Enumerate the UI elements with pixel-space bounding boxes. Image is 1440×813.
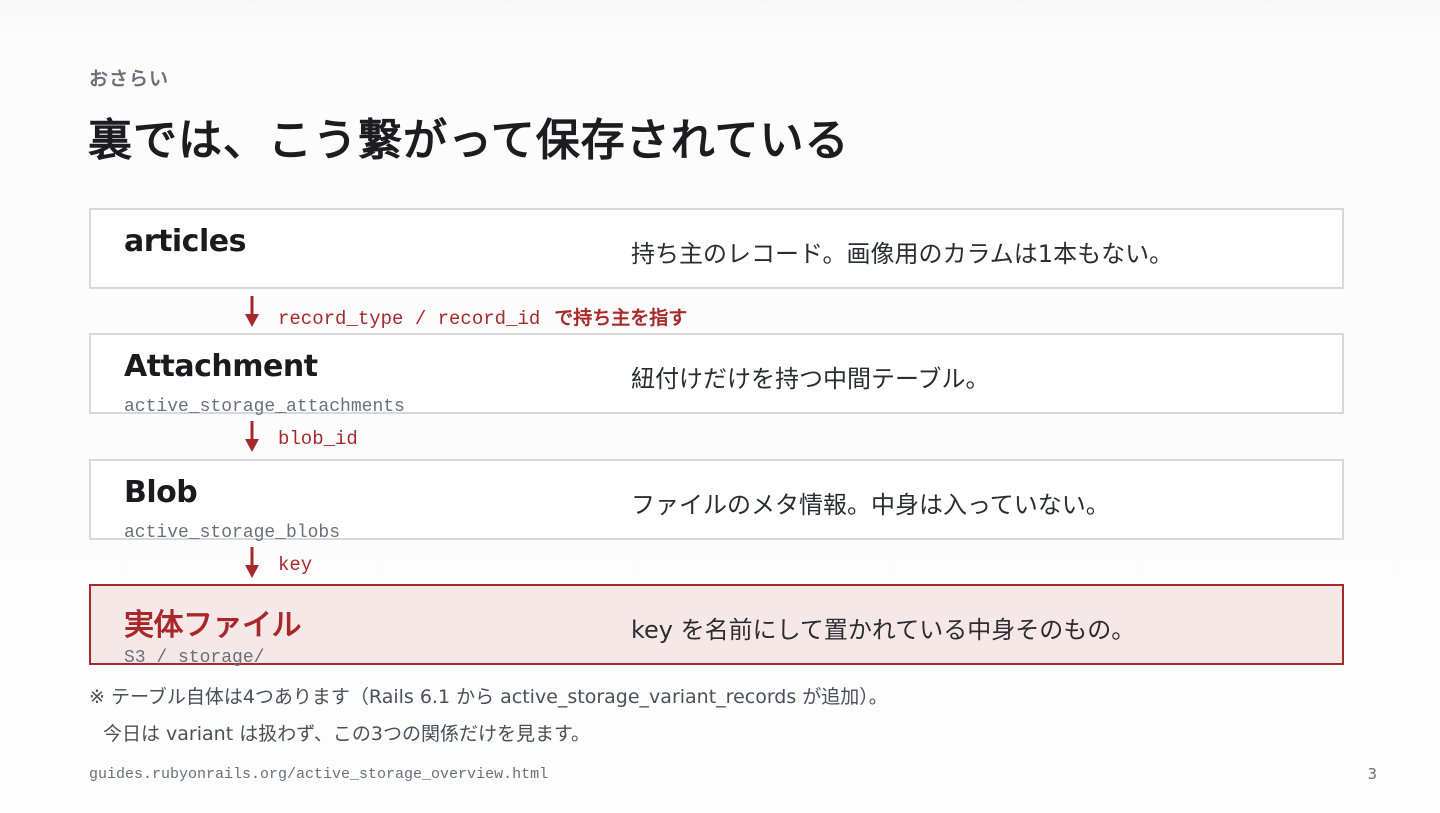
connector-attachment-blob: blob_id (243, 421, 1143, 455)
box-attachment-table: active_storage_attachments (124, 397, 405, 417)
box-articles-description: 持ち主のレコード。画像用のカラムは1本もない。 (631, 240, 1174, 268)
box-articles-name: articles (124, 224, 246, 259)
note-line-2: 今日は variant は扱わず、この3つの関係だけを見ます。 (103, 723, 591, 745)
box-blob-description: ファイルのメタ情報。中身は入っていない。 (631, 491, 1110, 519)
box-actual-file: 実体ファイル S3 / storage/ key を名前にして置かれている中身そ… (89, 584, 1344, 668)
arrow-down-icon (245, 547, 259, 578)
slide-title: 裏では、こう繋がって保存されている (88, 115, 850, 166)
box-blob-table: active_storage_blobs (124, 523, 341, 543)
connector-text: で持ち主を指す (554, 307, 688, 329)
connector-label: record_type / record_id で持ち主を指す (278, 303, 687, 330)
box-attachment: Attachment active_storage_attachments 紐付… (89, 333, 1344, 417)
connector-code: record_type / record_id (278, 308, 541, 330)
box-attachment-description: 紐付けだけを持つ中間テーブル。 (631, 365, 990, 393)
connector-articles-attachment: record_type / record_id で持ち主を指す (243, 296, 1143, 330)
slide-eyebrow: おさらい (89, 68, 170, 90)
page-number: 3 (1367, 765, 1377, 783)
footer-source-url: guides.rubyonrails.org/active_storage_ov… (89, 766, 549, 783)
box-actual-file-name: 実体ファイル (124, 608, 302, 643)
slide: おさらい 裏では、こう繋がって保存されている articles 持ち主のレコード… (0, 0, 1440, 813)
box-actual-file-description: key を名前にして置かれている中身そのもの。 (631, 616, 1136, 644)
note-line-1: ※ テーブル自体は4つあります（Rails 6.1 から active_stor… (89, 686, 888, 708)
box-actual-file-location: S3 / storage/ (124, 648, 265, 668)
connector-label: key (278, 554, 312, 576)
box-attachment-name: Attachment (124, 349, 318, 384)
arrow-down-icon (245, 296, 259, 327)
connector-code: key (278, 554, 313, 576)
connector-blob-file: key (243, 547, 1143, 581)
connector-code: blob_id (278, 428, 358, 450)
box-articles: articles 持ち主のレコード。画像用のカラムは1本もない。 (89, 208, 1344, 289)
connector-label: blob_id (278, 428, 358, 450)
box-blob-name: Blob (124, 475, 198, 510)
arrow-down-icon (245, 421, 259, 452)
box-blob: Blob active_storage_blobs ファイルのメタ情報。中身は入… (89, 459, 1344, 543)
